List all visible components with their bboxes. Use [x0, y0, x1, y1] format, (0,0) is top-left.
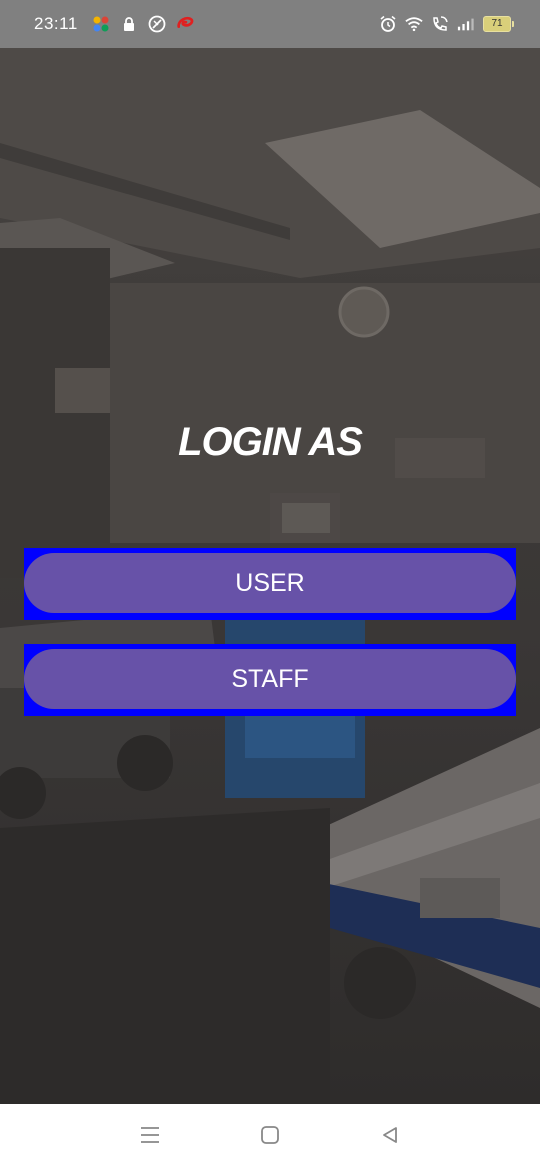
home-button[interactable]	[250, 1117, 290, 1157]
staff-button[interactable]: STAFF	[24, 649, 516, 709]
battery-level: 71	[483, 16, 511, 32]
recents-button[interactable]	[130, 1117, 170, 1157]
status-right-icons: 71	[379, 15, 514, 33]
home-icon	[260, 1125, 280, 1150]
status-time: 23:11	[34, 14, 78, 33]
login-screen: 23:11 71 LOGIN AS USER STAFF	[0, 0, 540, 1170]
user-button-frame: USER	[24, 548, 516, 620]
user-button[interactable]: USER	[24, 553, 516, 613]
wifi-call-icon	[431, 15, 449, 33]
airtel-icon	[176, 15, 194, 33]
alarm-icon	[379, 15, 397, 33]
status-left-icons	[92, 15, 194, 33]
battery-icon: 71	[483, 16, 514, 32]
wifi-icon	[405, 15, 423, 33]
back-icon	[380, 1125, 400, 1150]
staff-button-frame: STAFF	[24, 644, 516, 716]
signal-icon	[457, 15, 475, 33]
recents-icon	[139, 1125, 161, 1150]
login-as-title: LOGIN AS	[178, 420, 363, 464]
back-button[interactable]	[370, 1117, 410, 1157]
lock-icon	[120, 15, 138, 33]
navigation-bar	[0, 1104, 540, 1170]
status-bar: 23:11 71	[0, 0, 540, 48]
app-icon	[92, 15, 110, 33]
shield-icon	[148, 15, 166, 33]
